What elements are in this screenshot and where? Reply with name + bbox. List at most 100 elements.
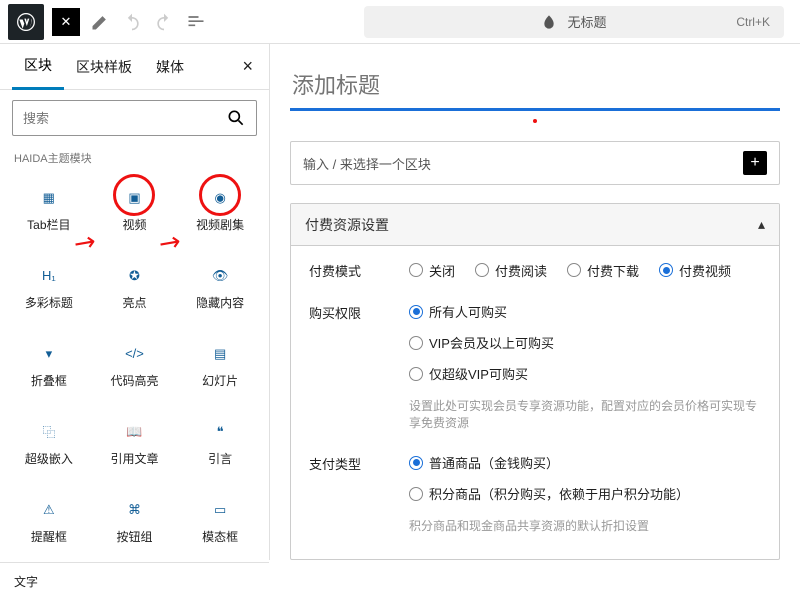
leaf-icon bbox=[541, 14, 557, 30]
code-highlight-icon: </> bbox=[122, 342, 146, 366]
paid-resource-panel: 付费资源设置 ▴ 付费模式关闭付费阅读付费下载付费视频购买权限所有人可购买VIP… bbox=[290, 203, 780, 560]
radio-icon bbox=[409, 305, 423, 319]
quote-icon: ❝ bbox=[208, 420, 232, 444]
blocks-grid: ▦Tab栏目▣视频↗◉视频剧集↗H₁多彩标题✪亮点👁隐藏内容▾折叠框</>代码高… bbox=[0, 174, 269, 562]
radio-icon bbox=[659, 263, 673, 277]
outline-icon[interactable] bbox=[184, 10, 208, 34]
block-code-highlight[interactable]: </> 代码高亮 bbox=[92, 330, 178, 400]
super-embed-icon: ⿻ bbox=[37, 420, 61, 444]
document-title[interactable]: 无标题 Ctrl+K bbox=[364, 6, 784, 38]
radio-icon bbox=[409, 336, 423, 350]
block-label: 折叠框 bbox=[31, 372, 67, 389]
block-prompt-text: 输入 / 来选择一个区块 bbox=[303, 154, 431, 173]
tab-2[interactable]: 媒体 bbox=[144, 44, 196, 90]
block-label: 视频 bbox=[122, 216, 146, 233]
radio-option[interactable]: 付费阅读 bbox=[475, 260, 547, 280]
options: 普通商品（金钱购买） 积分商品（积分购买，依赖于用户积分功能） 积分商品和现金商品共… bbox=[409, 453, 761, 534]
hidden-content-icon: 👁 bbox=[208, 264, 232, 288]
setting-row: 付费模式关闭付费阅读付费下载付费视频 bbox=[309, 260, 761, 280]
block-label: 视频剧集 bbox=[196, 216, 244, 233]
radio-icon bbox=[409, 456, 423, 470]
undo-icon[interactable] bbox=[120, 10, 144, 34]
block-label: 多彩标题 bbox=[25, 294, 73, 311]
block-video-series[interactable]: ◉视频剧集↗ bbox=[177, 174, 263, 244]
radio-icon bbox=[475, 263, 489, 277]
footer-category: 文字 bbox=[0, 562, 269, 600]
block-label: 隐藏内容 bbox=[196, 294, 244, 311]
block-inserter-sidebar: 区块区块样板媒体 × HAIDA主题模块 ▦Tab栏目▣视频↗◉视频剧集↗H₁多… bbox=[0, 44, 270, 560]
block-label: 模态框 bbox=[202, 528, 238, 545]
radio-icon bbox=[409, 367, 423, 381]
color-title-icon: H₁ bbox=[37, 264, 61, 288]
block-highlights[interactable]: ✪ 亮点 bbox=[92, 252, 178, 322]
tab-columns-icon: ▦ bbox=[37, 186, 61, 210]
panel-title: 付费资源设置 bbox=[305, 215, 389, 235]
block-super-embed[interactable]: ⿻超级嵌入 bbox=[6, 408, 92, 478]
radio-option[interactable]: 付费视频 bbox=[659, 260, 731, 280]
radio-option[interactable]: 关闭 bbox=[409, 260, 455, 280]
radio-option[interactable]: 付费下载 bbox=[567, 260, 639, 280]
radio-label: 普通商品（金钱购买） bbox=[429, 453, 559, 472]
modal-box-icon: ▭ bbox=[208, 498, 232, 522]
accordion-icon: ▾ bbox=[37, 342, 61, 366]
block-quote[interactable]: ❝ 引言 bbox=[177, 408, 263, 478]
radio-label: 付费下载 bbox=[587, 261, 639, 280]
highlights-icon: ✪ bbox=[122, 264, 146, 288]
close-inserter-button[interactable]: ✕ bbox=[52, 8, 80, 36]
options: 所有人可购买 VIP会员及以上可购买仅超级VIP可购买设置此处可实现会员专享资源功… bbox=[409, 302, 761, 431]
search-icon bbox=[226, 108, 246, 128]
block-label: 引言 bbox=[208, 450, 232, 467]
button-group-icon: ⌘ bbox=[122, 498, 146, 522]
block-modal-box[interactable]: ▭ 模态框 bbox=[177, 486, 263, 556]
setting-row: 支付类型 普通商品（金钱购买） 积分商品（积分购买，依赖于用户积分功能） 积分商品和现… bbox=[309, 453, 761, 534]
radio-option[interactable]: 仅超级VIP可购买 bbox=[409, 364, 761, 383]
add-block-button[interactable]: + bbox=[743, 151, 767, 175]
chevron-up-icon: ▴ bbox=[758, 216, 765, 233]
wordpress-logo-icon[interactable] bbox=[8, 4, 44, 40]
edit-icon[interactable] bbox=[88, 10, 112, 34]
block-button-group[interactable]: ⌘ 按钮组 bbox=[92, 486, 178, 556]
radio-option[interactable]: 普通商品（金钱购买） bbox=[409, 453, 761, 472]
highlight-circle bbox=[199, 174, 241, 216]
radio-option[interactable]: 所有人可购买 bbox=[409, 302, 761, 321]
hint-text: 积分商品和现金商品共享资源的默认折扣设置 bbox=[409, 517, 761, 534]
block-label: 亮点 bbox=[122, 294, 146, 311]
block-alert-box[interactable]: ⚠提醒框 bbox=[6, 486, 92, 556]
post-title-input[interactable]: 添加标题 bbox=[290, 64, 780, 111]
topbar: ✕ 无标题 Ctrl+K bbox=[0, 0, 800, 44]
highlight-circle bbox=[113, 174, 155, 216]
block-label: 代码高亮 bbox=[110, 372, 158, 389]
editor-canvas: 添加标题 输入 / 来选择一个区块 + 付费资源设置 ▴ 付费模式关闭付费阅读付… bbox=[270, 44, 800, 560]
radio-label: 关闭 bbox=[429, 261, 455, 280]
tab-0[interactable]: 区块 bbox=[12, 44, 64, 90]
marker-dot bbox=[533, 119, 537, 123]
row-label: 支付类型 bbox=[309, 453, 381, 534]
radio-icon bbox=[409, 487, 423, 501]
block-label: 提醒框 bbox=[31, 528, 67, 545]
redo-icon[interactable] bbox=[152, 10, 176, 34]
block-slideshow[interactable]: ▤幻灯片 bbox=[177, 330, 263, 400]
radio-icon bbox=[567, 263, 581, 277]
block-label: 引用文章 bbox=[110, 450, 158, 467]
tab-1[interactable]: 区块样板 bbox=[64, 44, 144, 90]
panel-header[interactable]: 付费资源设置 ▴ bbox=[291, 204, 779, 246]
block-quote-article[interactable]: 📖引用文章 bbox=[92, 408, 178, 478]
search-field[interactable] bbox=[23, 111, 226, 126]
block-hidden-content[interactable]: 👁 隐藏内容 bbox=[177, 252, 263, 322]
close-icon[interactable]: × bbox=[238, 52, 257, 81]
radio-option[interactable]: VIP会员及以上可购买 bbox=[409, 333, 761, 352]
block-color-title[interactable]: H₁ 多彩标题 bbox=[6, 252, 92, 322]
radio-label: VIP会员及以上可购买 bbox=[429, 333, 554, 352]
slideshow-icon: ▤ bbox=[208, 342, 232, 366]
category-label: HAIDA主题模块 bbox=[0, 146, 269, 174]
block-accordion[interactable]: ▾ 折叠框 bbox=[6, 330, 92, 400]
radio-option[interactable]: 积分商品（积分购买，依赖于用户积分功能） bbox=[409, 484, 761, 503]
search-input[interactable] bbox=[12, 100, 257, 136]
radio-label: 付费阅读 bbox=[495, 261, 547, 280]
hint-text: 设置此处可实现会员专享资源功能，配置对应的会员价格可实现专享免费资源 bbox=[409, 397, 761, 431]
shortcut-label: Ctrl+K bbox=[736, 15, 770, 29]
doc-title-text: 无标题 bbox=[567, 12, 606, 31]
options: 关闭 付费阅读 付费下载 付费视频 bbox=[409, 260, 761, 280]
block-label: 按钮组 bbox=[116, 528, 152, 545]
block-placeholder[interactable]: 输入 / 来选择一个区块 + bbox=[290, 141, 780, 185]
